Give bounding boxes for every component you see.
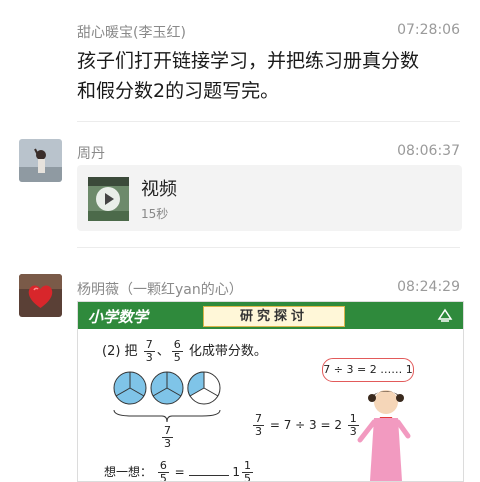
message-time: 08:06:37: [397, 143, 460, 159]
image-message[interactable]: 小学数学 研究探讨 (2) 把 7 3、 6 5 化成带分数。 7 3 7 ÷ …: [77, 301, 464, 482]
fraction: 73: [143, 338, 155, 364]
message-text-line: 孩子们打开链接学习，并把练习册真分数: [77, 50, 420, 72]
sender-name[interactable]: 周丹: [77, 143, 105, 163]
textbook-title: 小学数学: [88, 308, 149, 326]
publisher-logo-icon: [437, 307, 453, 323]
video-thumbnail: [88, 177, 129, 221]
question-prefix: (2) 把: [102, 344, 138, 359]
fraction: 65: [171, 338, 183, 364]
divider: [77, 247, 460, 248]
message-time: 07:28:06: [397, 22, 460, 38]
play-icon[interactable]: [96, 187, 120, 211]
question-text: (2) 把 7 3、 6 5 化成带分数。: [102, 338, 267, 364]
avatar[interactable]: [19, 274, 62, 317]
think-about-it: 想一想： 65 = 115: [104, 459, 254, 482]
conversion-equation: 73 = 7 ÷ 3 = 2 13: [253, 412, 359, 438]
sender-name[interactable]: 杨明薇（一颗红yan的心）: [77, 279, 243, 299]
textbook-header: 小学数学 研究探讨: [78, 302, 463, 329]
fraction-circles-diagram: [113, 371, 221, 423]
question-suffix: 化成带分数。: [188, 344, 267, 359]
girl-illustration: [357, 390, 411, 481]
circle-partial: [187, 371, 221, 405]
video-message[interactable]: 视频 15秒: [77, 165, 462, 231]
divider: [77, 121, 460, 122]
video-duration: 15秒: [141, 207, 169, 221]
brace-fraction: 73: [162, 424, 173, 450]
message-time: 08:24:29: [397, 279, 460, 295]
avatar-image: [19, 139, 62, 182]
circle-filled: [113, 371, 147, 405]
section-label: 研究探讨: [203, 306, 345, 327]
message-text-line: 和假分数2的习题写完。: [77, 80, 280, 102]
heart-avatar-image: [19, 274, 62, 317]
message-text[interactable]: 孩子们打开链接学习，并把练习册真分数 和假分数2的习题写完。: [77, 46, 460, 106]
sender-name[interactable]: 甜心暖宝(李玉红): [77, 22, 186, 42]
avatar[interactable]: [19, 139, 62, 182]
video-title: 视频: [141, 179, 177, 200]
speech-bubble: 7 ÷ 3 = 2 …… 1: [322, 358, 414, 382]
circle-filled: [150, 371, 184, 405]
